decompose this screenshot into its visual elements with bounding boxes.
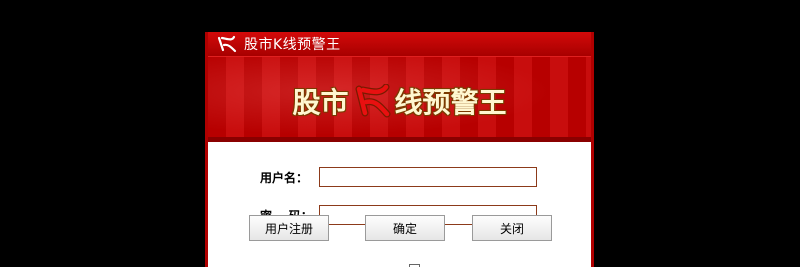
register-button[interactable]: 用户注册 — [249, 215, 329, 241]
banner-title: 股市 线预警王 — [208, 81, 591, 121]
banner-title-part1: 股市 — [292, 86, 349, 119]
username-row: 用户名： — [208, 166, 591, 188]
confirm-button[interactable]: 确定 — [365, 215, 445, 241]
banner: 股市 线预警王 — [208, 56, 591, 143]
title-bar: 股市K线预警王 — [208, 32, 591, 56]
k-logo-icon — [216, 34, 238, 54]
username-label: 用户名： — [260, 170, 309, 185]
login-window: 股市K线预警王 股市 线预警王 用户名： 密 码： 用户注册 确定 关闭 — [205, 32, 594, 267]
window-title: 股市K线预警王 — [244, 37, 341, 53]
close-button[interactable]: 关闭 — [472, 215, 552, 241]
banner-k-logo-icon — [355, 84, 390, 118]
banner-title-part2: 线预警王 — [394, 86, 507, 119]
username-input[interactable] — [319, 167, 537, 187]
